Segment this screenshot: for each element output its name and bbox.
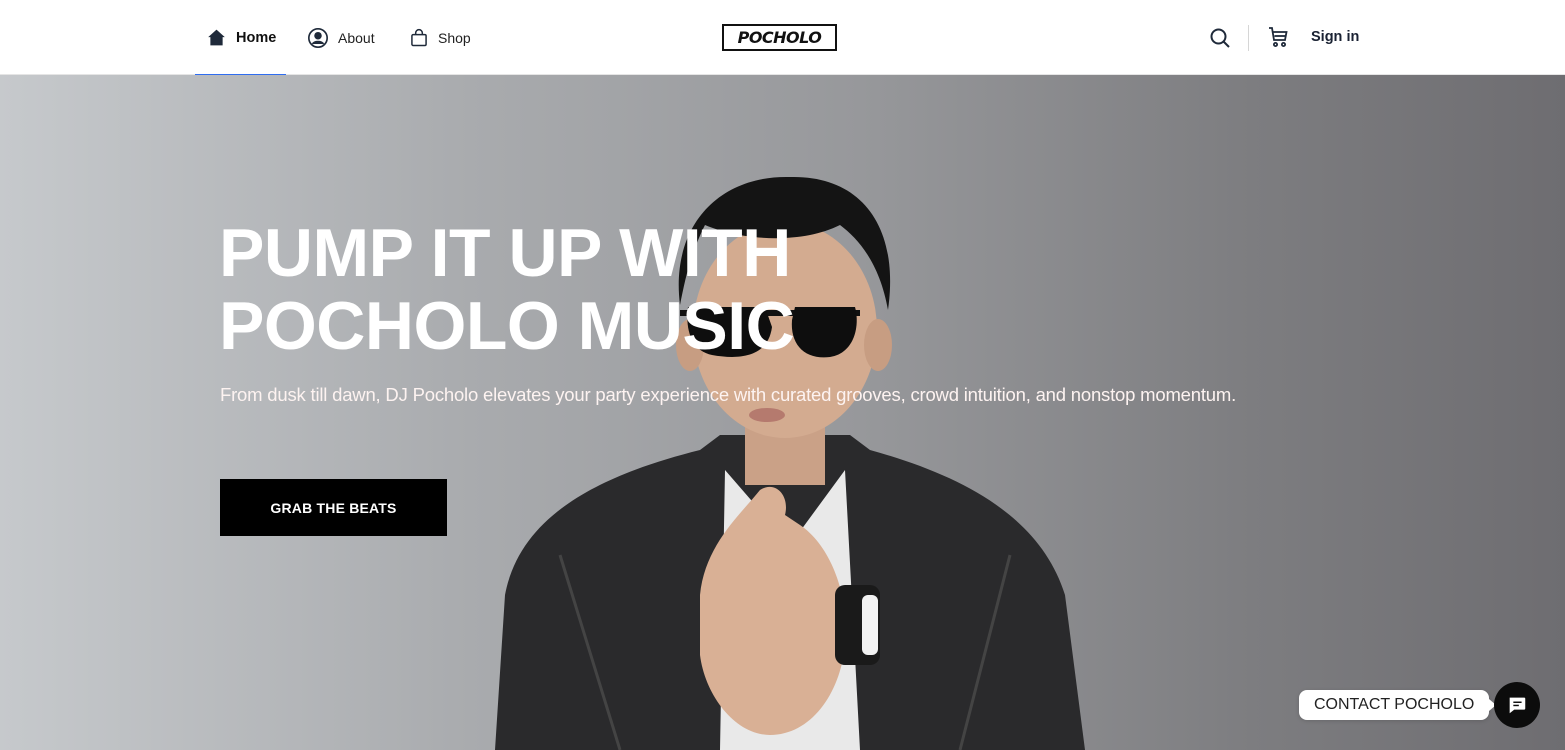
nav-about[interactable]: About <box>307 0 375 75</box>
hero-headline: PUMP IT UP WITH POCHOLO MUSIC <box>219 217 919 363</box>
site-logo[interactable]: POCHOLO <box>722 24 837 51</box>
hero-headline-line2: POCHOLO MUSIC <box>219 288 795 364</box>
nav-about-label: About <box>338 29 375 46</box>
user-circle-icon <box>307 27 329 49</box>
search-icon <box>1210 28 1230 48</box>
chat-icon <box>1509 697 1526 714</box>
nav-home-label: Home <box>236 29 277 46</box>
cart-icon <box>1269 27 1288 47</box>
search-button[interactable] <box>1208 26 1232 50</box>
grab-the-beats-button[interactable]: GRAB THE BEATS <box>220 479 447 536</box>
contact-label[interactable]: CONTACT POCHOLO <box>1299 690 1497 720</box>
header-divider <box>1248 25 1249 51</box>
sign-in-link[interactable]: Sign in <box>1311 29 1359 45</box>
site-header: Home About Shop POCHOLO Sign in <box>0 0 1565 76</box>
hero-headline-line1: PUMP IT UP WITH <box>219 215 791 291</box>
hero-section: PUMP IT UP WITH POCHOLO MUSIC From dusk … <box>0 75 1565 750</box>
cart-button[interactable] <box>1266 25 1290 49</box>
nav-home[interactable]: Home <box>195 0 287 76</box>
hero-subtext: From dusk till dawn, DJ Pocholo elevates… <box>220 384 1237 405</box>
nav-shop-label: Shop <box>438 29 471 46</box>
home-icon <box>206 27 227 48</box>
shopping-bag-icon <box>409 28 429 48</box>
dj-portrait-image <box>495 176 1085 750</box>
nav-shop[interactable]: Shop <box>409 0 471 75</box>
logo-text: POCHOLO <box>737 28 822 47</box>
chat-button[interactable] <box>1494 682 1540 728</box>
